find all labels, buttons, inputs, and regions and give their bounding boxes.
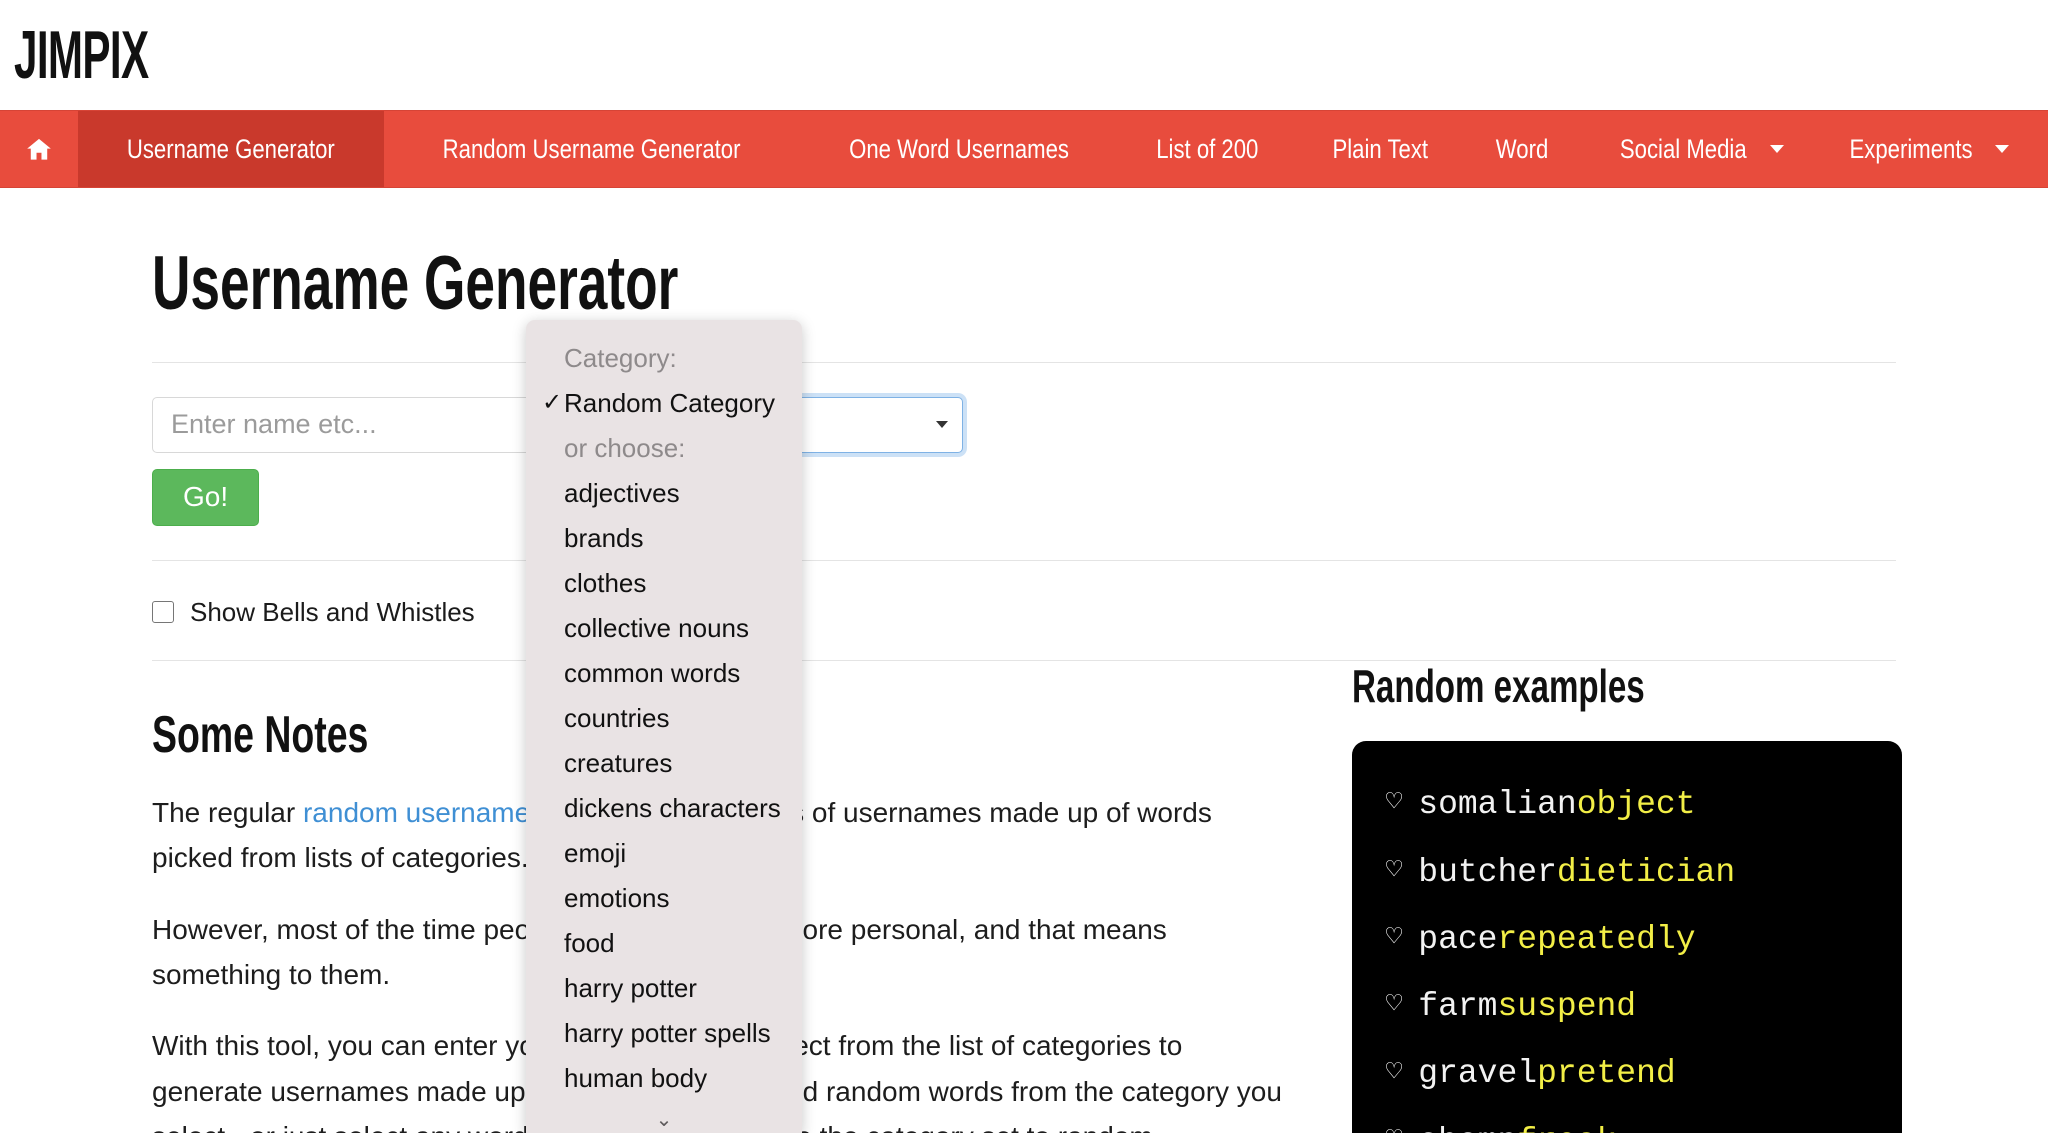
nav-label: Plain Text: [1331, 133, 1428, 164]
list-item[interactable]: ♡ somalian object: [1386, 771, 1876, 838]
chevron-down-icon: [1769, 145, 1784, 153]
site-logo[interactable]: JIMPIX: [14, 21, 149, 89]
example-word-b: freak: [1517, 1108, 1616, 1133]
dropdown-option-harry-potter[interactable]: harry potter: [526, 966, 802, 1011]
dropdown-option-human-body[interactable]: human body: [526, 1056, 802, 1101]
list-item[interactable]: ♡ gravel pretend: [1386, 1040, 1876, 1107]
example-word-b: pretend: [1537, 1055, 1676, 1093]
go-button[interactable]: Go!: [152, 468, 260, 526]
page-root: JIMPIX Username Generator Random Usernam…: [0, 0, 2048, 1133]
dropdown-option-collective-nouns[interactable]: collective nouns: [526, 606, 802, 651]
two-column-layout: Some Notes The regular random username g…: [152, 660, 1902, 1133]
nav-item-plain-text[interactable]: Plain Text: [1296, 111, 1465, 187]
nav-label: List of 200: [1156, 133, 1259, 164]
random-examples-box: ♡ somalian object ♡ butcher dietician ♡ pa…: [1352, 741, 1902, 1133]
note-p1-before: The regular: [152, 796, 303, 828]
nav-item-username-generator[interactable]: Username Generator: [78, 111, 384, 187]
nav-item-random-username-generator[interactable]: Random Username Generator: [384, 111, 799, 187]
nav-item-home[interactable]: [0, 111, 78, 187]
dropdown-option-adjectives[interactable]: adjectives: [526, 471, 802, 516]
example-word-a: butcher: [1418, 853, 1557, 891]
bells-whistles-row: Show Bells and Whistles: [152, 561, 1896, 628]
dropdown-option-emotions[interactable]: emotions: [526, 876, 802, 921]
chevron-down-icon: [936, 421, 948, 429]
list-item[interactable]: ♡ butcher dietician: [1386, 839, 1876, 906]
nav-label: Social Media: [1620, 133, 1747, 164]
dropdown-option-clothes[interactable]: clothes: [526, 561, 802, 606]
list-item[interactable]: ♡ farm suspend: [1386, 973, 1876, 1040]
dropdown-group-label-or-choose: or choose:: [564, 433, 686, 463]
dropdown-scroll-down-chevron-icon[interactable]: ⌄: [526, 1105, 802, 1133]
example-word-b: repeatedly: [1497, 920, 1696, 958]
example-word-b: dietician: [1556, 853, 1736, 891]
page-title: Username Generator: [152, 241, 679, 326]
dropdown-option-emoji[interactable]: emoji: [526, 831, 802, 876]
nav-label: Word: [1495, 133, 1549, 164]
example-word-b: object: [1576, 786, 1696, 824]
list-item[interactable]: ♡ chompfreak: [1386, 1108, 1876, 1133]
nav-label: Username Generator: [126, 133, 335, 164]
nav-item-social-media[interactable]: Social Media: [1580, 111, 1810, 187]
heart-outline-icon[interactable]: ♡: [1386, 912, 1402, 967]
heart-outline-icon[interactable]: ♡: [1386, 979, 1402, 1034]
nav-item-word[interactable]: Word: [1464, 111, 1580, 187]
heart-outline-icon[interactable]: ♡: [1386, 1114, 1402, 1133]
chevron-down-icon: [1994, 145, 2009, 153]
show-bells-and-whistles-checkbox[interactable]: [152, 601, 174, 624]
main-content: Username Generator Go! Show Bells and Wh…: [0, 244, 2048, 1133]
go-button-row: Go!: [152, 453, 1896, 526]
dropdown-option-countries[interactable]: countries: [526, 696, 802, 741]
nav-label: Experiments: [1849, 133, 1973, 164]
show-bells-and-whistles-label: Show Bells and Whistles: [190, 596, 475, 627]
nav-label: One Word Usernames: [848, 133, 1069, 164]
heart-outline-icon[interactable]: ♡: [1386, 777, 1402, 832]
example-word-a: gravel: [1418, 1055, 1538, 1093]
nav-item-experiments[interactable]: Experiments: [1810, 111, 2035, 187]
example-word-a: pace: [1418, 920, 1498, 958]
heart-outline-icon[interactable]: ♡: [1386, 1047, 1402, 1102]
examples-column: Random examples ♡ somalian object ♡ butch…: [1352, 659, 1902, 1133]
dropdown-option-brands[interactable]: brands: [526, 516, 802, 561]
generator-form: [152, 363, 1896, 453]
list-item[interactable]: ♡ pace repeatedly: [1386, 906, 1876, 973]
example-word-a: farm: [1418, 988, 1498, 1026]
home-icon: [27, 138, 51, 160]
nav-label: Random Username Generator: [442, 133, 741, 164]
heart-outline-icon[interactable]: ♡: [1386, 845, 1402, 900]
dropdown-option-dickens-characters[interactable]: dickens characters: [526, 786, 802, 831]
nav-item-list-of-200[interactable]: List of 200: [1119, 111, 1296, 187]
nav-item-one-word-usernames[interactable]: One Word Usernames: [799, 111, 1119, 187]
dropdown-group-label-category: Category:: [564, 343, 677, 373]
dropdown-option-random-category[interactable]: Random Category: [526, 381, 802, 426]
category-dropdown-menu[interactable]: Category: Random Category or choose: adj…: [526, 320, 802, 1133]
nav-item-fonty[interactable]: Fonty: [2035, 111, 2048, 187]
example-word-a: somalian: [1418, 786, 1577, 824]
main-navigation: Username Generator Random Username Gener…: [0, 110, 2048, 188]
dropdown-option-food[interactable]: food: [526, 921, 802, 966]
random-examples-heading: Random examples: [1352, 659, 1645, 712]
masthead: JIMPIX: [0, 0, 2048, 110]
dropdown-option-common-words[interactable]: common words: [526, 651, 802, 696]
example-word-a: chomp: [1418, 1108, 1517, 1133]
dropdown-option-harry-potter-spells[interactable]: harry potter spells: [526, 1011, 802, 1056]
dropdown-option-creatures[interactable]: creatures: [526, 741, 802, 786]
example-word-b: suspend: [1497, 988, 1637, 1026]
